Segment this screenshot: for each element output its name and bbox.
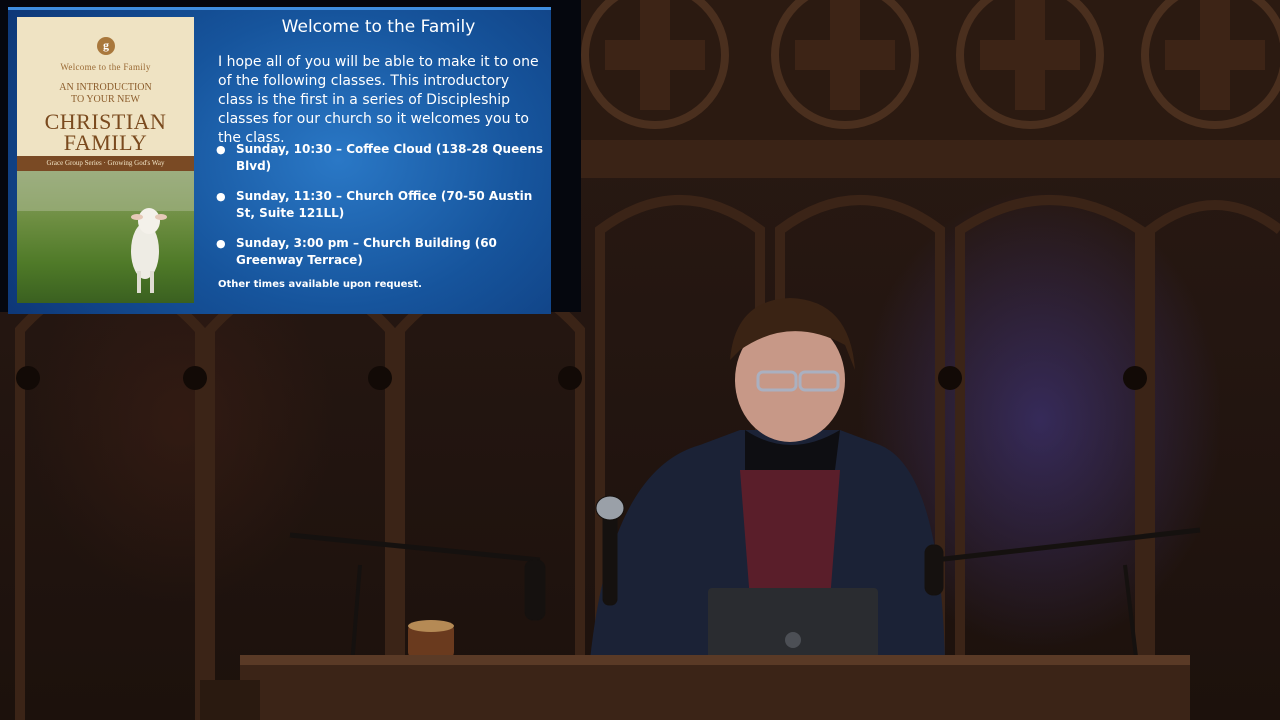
- laptop: [708, 588, 878, 660]
- book-series-band: Grace Group Series · Growing God's Way: [17, 156, 194, 171]
- class-time-3: Sunday, 3:00 pm – Church Building (60 Gr…: [236, 236, 497, 267]
- slide-title: Welcome to the Family: [281, 17, 476, 37]
- class-times-list: ● Sunday, 10:30 – Coffee Cloud (138-28 Qu…: [214, 141, 544, 282]
- slide-intro-text: I hope all of you will be able to make i…: [218, 54, 539, 146]
- class-time-2: Sunday, 11:30 – Church Office (70-50 Aus…: [236, 189, 533, 220]
- book-cover: g Welcome to the Family AN INTRODUCTION …: [17, 17, 194, 303]
- book-intro-line1: AN INTRODUCTION: [59, 82, 152, 93]
- lectern: [200, 655, 1190, 720]
- book-lamb-photo: [17, 171, 194, 303]
- lamb-image: [17, 171, 194, 293]
- bullet-icon: ●: [216, 237, 226, 250]
- book-intro-line2: TO YOUR NEW: [71, 94, 140, 105]
- list-item: ● Sunday, 3:00 pm – Church Building (60 G…: [214, 235, 544, 269]
- book-title-line2: FAMILY: [63, 130, 148, 155]
- bullet-icon: ●: [216, 143, 226, 156]
- list-item: ● Sunday, 11:30 – Church Office (70-50 Au…: [214, 188, 544, 222]
- presentation-slide: g Welcome to the Family AN INTRODUCTION …: [0, 0, 581, 314]
- bullet-icon: ●: [216, 190, 226, 203]
- list-item: ● Sunday, 10:30 – Coffee Cloud (138-28 Qu…: [214, 141, 544, 175]
- class-time-1: Sunday, 10:30 – Coffee Cloud (138-28 Que…: [236, 142, 544, 173]
- book-subtitle: Welcome to the Family: [60, 62, 151, 72]
- slide-footnote: Other times available upon request.: [218, 279, 422, 290]
- book-logo-icon: g: [97, 37, 115, 55]
- panel-ledge: [581, 140, 1280, 178]
- cup: [408, 620, 454, 658]
